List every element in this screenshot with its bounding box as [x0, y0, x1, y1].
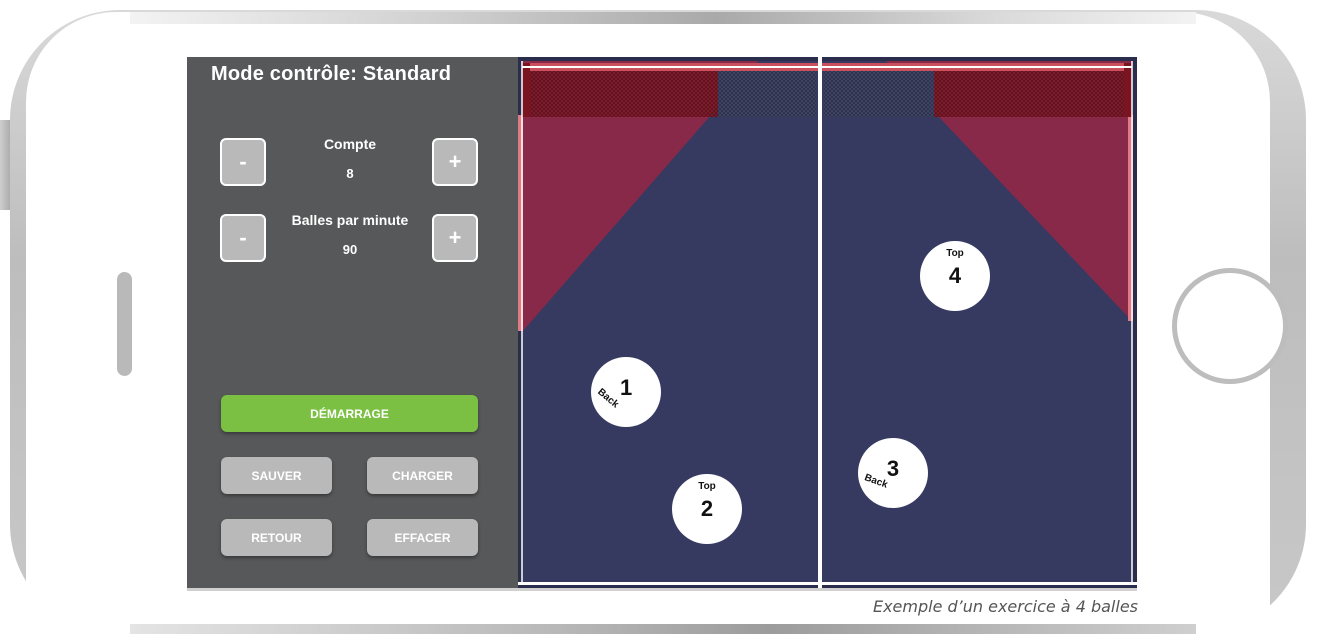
control-panel: Mode contrôle: Standard - Compte 8 + - B…: [187, 57, 518, 588]
phone-bottom-edge: [130, 624, 1196, 634]
ball-4-spin: Top: [946, 248, 964, 259]
count-value: 8: [346, 166, 354, 181]
count-label: Compte: [323, 136, 377, 152]
net-post-right: [1124, 63, 1132, 117]
ball-2-spin: Top: [698, 481, 716, 492]
back-button[interactable]: RETOUR: [221, 519, 332, 556]
net-mesh-center-left: [718, 71, 816, 117]
app-screen: Mode contrôle: Standard - Compte 8 + - B…: [187, 57, 1137, 591]
net-mesh-right: [934, 71, 1128, 117]
bpm-increase-button[interactable]: +: [432, 214, 478, 262]
home-button[interactable]: [1172, 268, 1288, 384]
caption: Exemple d’un exercice à 4 balles: [872, 597, 1138, 616]
count-decrease-button[interactable]: -: [220, 138, 266, 186]
net-post-left: [522, 63, 530, 117]
phone-speaker-slot: [117, 272, 132, 376]
ball-1-spin: Back: [595, 386, 621, 411]
ball-3[interactable]: Back 3: [858, 438, 928, 508]
ball-3-number: 3: [886, 456, 900, 481]
count-increase-button[interactable]: +: [432, 138, 478, 186]
start-button[interactable]: DÉMARRAGE: [221, 395, 478, 432]
save-button[interactable]: SAUVER: [221, 457, 332, 494]
center-line: [818, 57, 822, 588]
ball-2[interactable]: Top 2: [672, 474, 742, 544]
ball-4-number: 4: [948, 263, 962, 288]
net-mesh-center-right: [824, 71, 934, 117]
table-bottom-line: [518, 582, 1137, 585]
table-svg: [518, 57, 1137, 588]
clear-button[interactable]: EFFACER: [367, 519, 478, 556]
bpm-decrease-button[interactable]: -: [220, 214, 266, 262]
bpm-value: 90: [342, 242, 358, 257]
ball-4[interactable]: Top 4: [920, 241, 990, 311]
phone-top-edge: [130, 12, 1196, 24]
ball-1[interactable]: Back 1: [591, 357, 661, 427]
bpm-label: Balles par minute: [291, 212, 409, 228]
mode-title: Mode contrôle: Standard: [211, 63, 452, 85]
ball-2-number: 2: [700, 496, 714, 521]
ball-1-number: 1: [620, 375, 633, 400]
load-button[interactable]: CHARGER: [367, 457, 478, 494]
table-area[interactable]: Back 1 Top 2 Back 3 Top 4: [518, 57, 1137, 588]
